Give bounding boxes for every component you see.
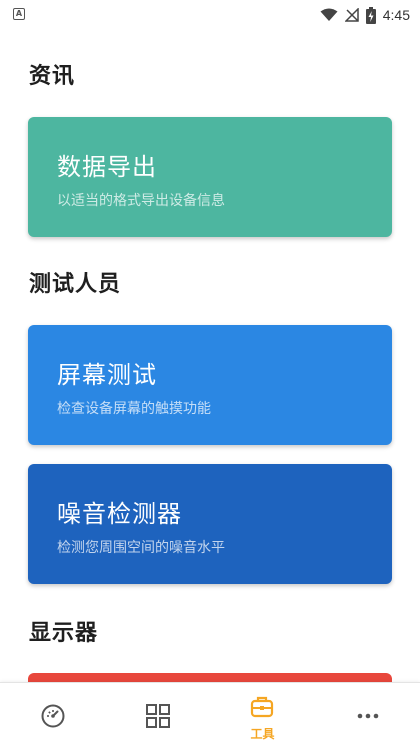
wifi-icon	[320, 8, 338, 21]
clock: 4:45	[382, 7, 410, 23]
toolbox-icon	[250, 696, 274, 718]
speedometer-icon	[41, 704, 65, 728]
battery-charging-icon	[365, 6, 376, 24]
card-screen-test[interactable]: 屏幕测试 检查设备屏幕的触摸功能	[28, 325, 392, 445]
card-subtitle: 以适当的格式导出设备信息	[57, 193, 225, 209]
nav-label-tools: 工具	[250, 727, 275, 741]
nav-item-more[interactable]	[315, 683, 420, 749]
card-title: 数据导出	[57, 153, 157, 181]
grid-icon	[146, 704, 170, 728]
card-data-export[interactable]: 数据导出 以适当的格式导出设备信息	[28, 117, 392, 237]
card-title: 噪音检测器	[57, 500, 182, 528]
card-subtitle: 检测您周围空间的噪音水平	[57, 540, 225, 556]
app-notification-icon: A	[13, 8, 25, 20]
nav-item-tools[interactable]: 工具	[210, 683, 315, 749]
card-subtitle: 检查设备屏幕的触摸功能	[57, 401, 211, 417]
card-title: 屏幕测试	[57, 361, 157, 389]
section-title-info: 资讯	[29, 64, 76, 89]
section-title-display: 显示器	[29, 621, 99, 646]
status-bar: A 4:45	[0, 0, 420, 30]
bottom-nav: 工具	[0, 682, 420, 749]
signal-off-icon	[344, 8, 359, 22]
section-title-testers: 测试人员	[29, 272, 122, 297]
more-icon	[357, 713, 379, 719]
nav-item-grid[interactable]	[105, 683, 210, 749]
status-icons: 4:45	[320, 5, 410, 25]
nav-item-dashboard[interactable]	[0, 683, 105, 749]
card-noise-detector[interactable]: 噪音检测器 检测您周围空间的噪音水平	[28, 464, 392, 584]
